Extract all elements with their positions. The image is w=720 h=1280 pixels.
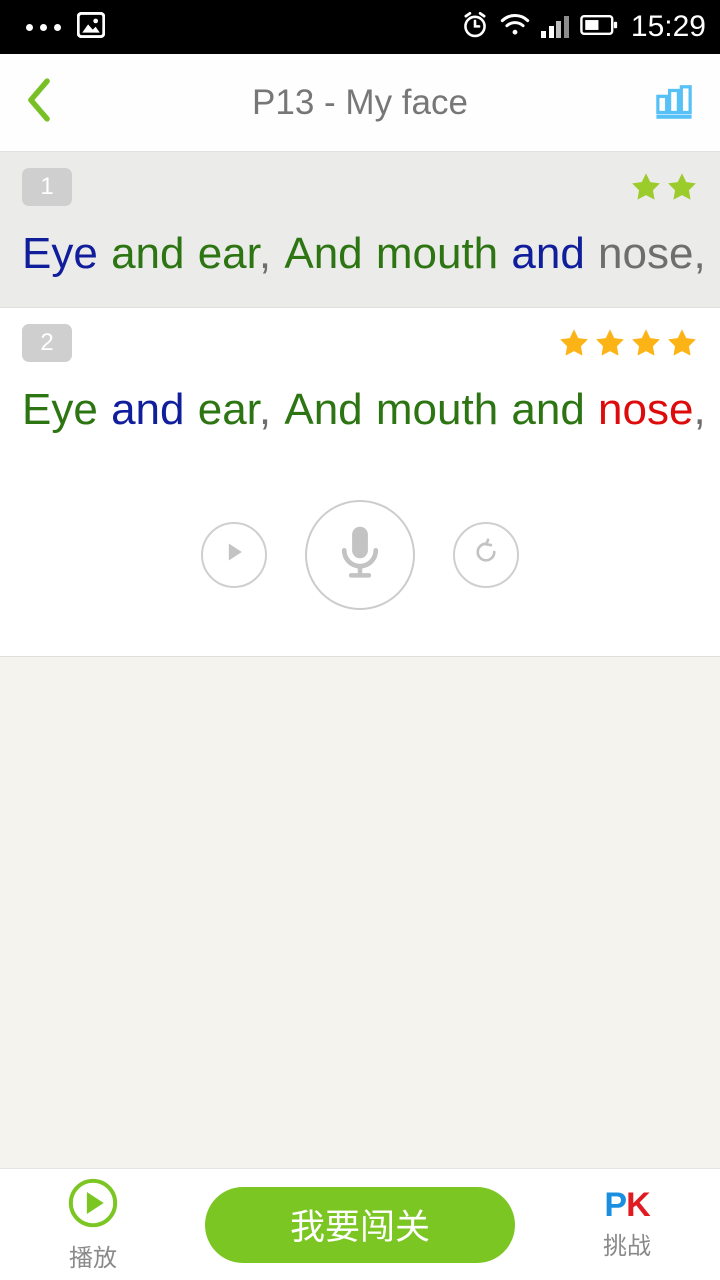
star-icon (558, 327, 590, 359)
star-icon (666, 171, 698, 203)
word (706, 385, 719, 434)
sentence-number-badge: 2 (22, 324, 72, 362)
pk-letter-p: P (604, 1186, 626, 1224)
word (98, 385, 111, 434)
word: and (511, 229, 584, 278)
pk-challenge-label: 挑战 (603, 1226, 651, 1261)
play-button[interactable] (201, 522, 267, 588)
star-icon (666, 327, 698, 359)
word (271, 229, 284, 278)
status-bar-left (26, 12, 105, 43)
play-icon (221, 539, 247, 570)
sentence-header-1: 1 (22, 166, 698, 208)
pk-letter-k: K (626, 1186, 650, 1224)
pk-icon: PK (604, 1188, 649, 1222)
play-circle-icon (67, 1177, 119, 1234)
star-rating-2 (558, 327, 698, 359)
more-dots-icon (26, 24, 61, 31)
word: ear (198, 385, 259, 434)
replay-icon (472, 538, 500, 571)
app-screen: 15:29 P13 - My face (0, 0, 720, 1280)
word: nose, (598, 229, 706, 278)
word: and ear (111, 229, 259, 278)
bar-chart-icon (652, 109, 696, 126)
page-title: P13 - My face (0, 83, 720, 123)
word: And mouth and (284, 385, 584, 434)
word: , (259, 385, 271, 434)
word (585, 385, 598, 434)
status-bar-right: 15:29 (461, 10, 706, 44)
signal-icon (541, 16, 569, 38)
word (706, 229, 719, 278)
status-bar: 15:29 (0, 0, 720, 54)
pk-challenge-button[interactable]: PK 挑战 (572, 1188, 682, 1261)
star-rating-1 (630, 171, 698, 203)
empty-area (0, 656, 720, 1168)
nav-bar: P13 - My face (0, 54, 720, 152)
word (184, 385, 197, 434)
star-icon (630, 327, 662, 359)
back-button[interactable] (24, 77, 94, 128)
battery-icon (580, 14, 618, 41)
word: And mouth (284, 229, 498, 278)
sentence-number-badge: 1 (22, 168, 72, 206)
word: and (111, 385, 184, 434)
star-icon (594, 327, 626, 359)
word: , (259, 229, 271, 278)
start-challenge-button[interactable]: 我要闯关 (205, 1187, 515, 1263)
replay-button[interactable] (453, 522, 519, 588)
wifi-icon (500, 13, 530, 42)
statistics-button[interactable] (652, 78, 696, 127)
word (498, 229, 511, 278)
word (271, 385, 284, 434)
photo-icon (77, 12, 105, 43)
playback-label: 播放 (69, 1238, 117, 1273)
word (585, 229, 598, 278)
word: Eye (22, 385, 98, 434)
microphone-icon (332, 522, 388, 587)
chevron-left-icon (24, 77, 54, 128)
word (98, 229, 111, 278)
sentence-list: 1 Eye and ear, And mouth and nose, Mouth… (0, 152, 720, 1168)
alarm-icon (461, 11, 489, 44)
word: nose (598, 385, 693, 434)
bottom-bar: 播放 我要闯关 PK 挑战 (0, 1168, 720, 1280)
media-controls (0, 464, 720, 656)
playback-button[interactable]: 播放 (38, 1177, 148, 1273)
word: , (693, 385, 705, 434)
sentence-text-2: Eye and ear, And mouth and nose, This is… (22, 382, 698, 437)
status-bar-clock: 15:29 (631, 10, 706, 44)
sentence-header-2: 2 (22, 322, 698, 364)
word: Eye (22, 229, 98, 278)
sentence-item-2[interactable]: 2 Eye and ear, And mouth and nose, This … (0, 308, 720, 463)
sentence-item-1[interactable]: 1 Eye and ear, And mouth and nose, Mouth… (0, 152, 720, 307)
star-icon (630, 171, 662, 203)
record-button[interactable] (305, 500, 415, 610)
sentence-text-1: Eye and ear, And mouth and nose, Mouth a… (22, 226, 698, 281)
